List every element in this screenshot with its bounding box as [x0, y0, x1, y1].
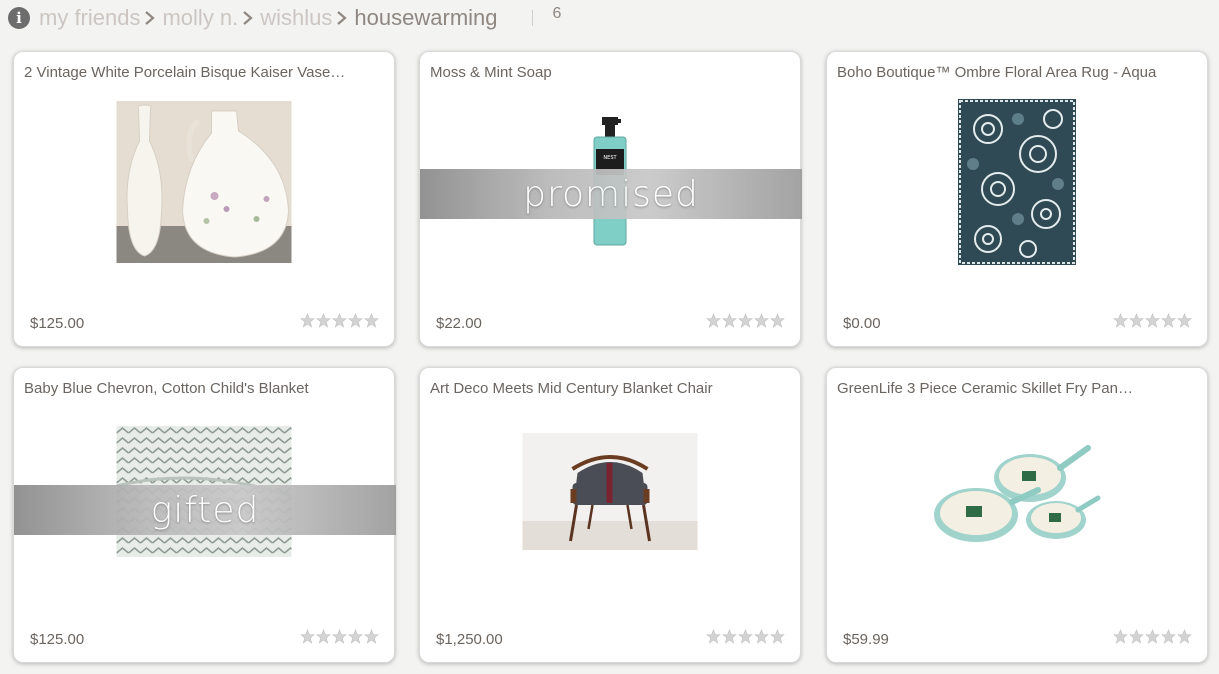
star-icon[interactable]	[754, 313, 769, 328]
status-banner: promised	[420, 169, 802, 219]
star-icon[interactable]	[316, 629, 331, 644]
rating-stars[interactable]	[1113, 629, 1192, 644]
chevron-right-icon	[145, 11, 156, 25]
status-banner: gifted	[14, 485, 396, 535]
chevron-right-icon	[337, 11, 348, 25]
wishlist-item-card[interactable]: Moss & Mint Soap NEST promised $22.00	[419, 51, 802, 347]
status-label: promised	[523, 173, 699, 215]
star-icon[interactable]	[364, 629, 379, 644]
divider	[531, 10, 533, 26]
star-icon[interactable]	[1129, 313, 1144, 328]
wishlist-item-card[interactable]: Baby Blue Chevron, Cotton Child's Blanke…	[13, 367, 396, 663]
status-label: gifted	[150, 489, 260, 531]
rating-stars[interactable]	[300, 629, 379, 644]
star-icon[interactable]	[332, 313, 347, 328]
wishlist-item-card[interactable]: GreenLife 3 Piece Ceramic Skillet Fry Pa…	[826, 367, 1208, 663]
star-icon[interactable]	[1113, 313, 1128, 328]
item-price: $22.00	[436, 315, 482, 332]
item-title[interactable]: Boho Boutique™ Ombre Floral Area Rug - A…	[837, 64, 1187, 81]
item-price: $125.00	[30, 315, 85, 332]
breadcrumb-wishlus[interactable]: wishlus	[260, 5, 332, 31]
star-icon[interactable]	[1177, 629, 1192, 644]
rating-stars[interactable]	[706, 313, 785, 328]
item-title[interactable]: GreenLife 3 Piece Ceramic Skillet Fry Pa…	[837, 380, 1187, 397]
wishlist-item-card[interactable]: Art Deco Meets Mid Century Blanket Chair…	[419, 367, 801, 663]
star-icon[interactable]	[1161, 313, 1176, 328]
item-title[interactable]: Art Deco Meets Mid Century Blanket Chair	[430, 380, 780, 397]
star-icon[interactable]	[1161, 629, 1176, 644]
star-icon[interactable]	[722, 629, 737, 644]
star-icon[interactable]	[300, 313, 315, 328]
star-icon[interactable]	[770, 313, 785, 328]
item-price: $1,250.00	[436, 631, 503, 648]
star-icon[interactable]	[706, 313, 721, 328]
star-icon[interactable]	[738, 629, 753, 644]
star-icon[interactable]	[364, 313, 379, 328]
wishlist-item-card[interactable]: 2 Vintage White Porcelain Bisque Kaiser …	[13, 51, 395, 347]
star-icon[interactable]	[348, 313, 363, 328]
chevron-right-icon	[243, 11, 253, 25]
star-icon[interactable]	[706, 629, 721, 644]
breadcrumb-my-friends[interactable]: my friends	[39, 5, 140, 31]
item-price: $59.99	[843, 631, 889, 648]
star-icon[interactable]	[332, 629, 347, 644]
star-icon[interactable]	[300, 629, 315, 644]
vase-photo[interactable]	[116, 101, 292, 263]
rating-stars[interactable]	[1113, 313, 1192, 328]
item-price: $125.00	[30, 631, 85, 648]
rating-stars[interactable]	[706, 629, 785, 644]
item-title[interactable]: Baby Blue Chevron, Cotton Child's Blanke…	[24, 380, 374, 397]
star-icon[interactable]	[1129, 629, 1144, 644]
star-icon[interactable]	[1177, 313, 1192, 328]
pans-photo[interactable]	[928, 440, 1106, 556]
item-title[interactable]: 2 Vintage White Porcelain Bisque Kaiser …	[24, 64, 374, 81]
star-icon[interactable]	[1145, 629, 1160, 644]
breadcrumb-current: housewarming	[354, 5, 498, 30]
wishlist-item-card[interactable]: Boho Boutique™ Ombre Floral Area Rug - A…	[826, 51, 1208, 347]
rating-stars[interactable]	[300, 313, 379, 328]
star-icon[interactable]	[754, 629, 769, 644]
item-count: 6	[552, 5, 562, 22]
breadcrumb-molly[interactable]: molly n.	[162, 5, 238, 31]
star-icon[interactable]	[316, 313, 331, 328]
rug-photo[interactable]	[958, 99, 1076, 265]
breadcrumb: i my friends molly n. wishlus housewarmi…	[8, 4, 561, 32]
star-icon[interactable]	[1113, 629, 1128, 644]
star-icon[interactable]	[770, 629, 785, 644]
info-icon[interactable]: i	[8, 7, 30, 29]
star-icon[interactable]	[722, 313, 737, 328]
svg-text:NEST: NEST	[603, 155, 617, 161]
chair-photo[interactable]	[522, 433, 698, 550]
item-price: $0.00	[843, 315, 881, 332]
star-icon[interactable]	[738, 313, 753, 328]
item-title[interactable]: Moss & Mint Soap	[430, 64, 780, 81]
star-icon[interactable]	[1145, 313, 1160, 328]
star-icon[interactable]	[348, 629, 363, 644]
